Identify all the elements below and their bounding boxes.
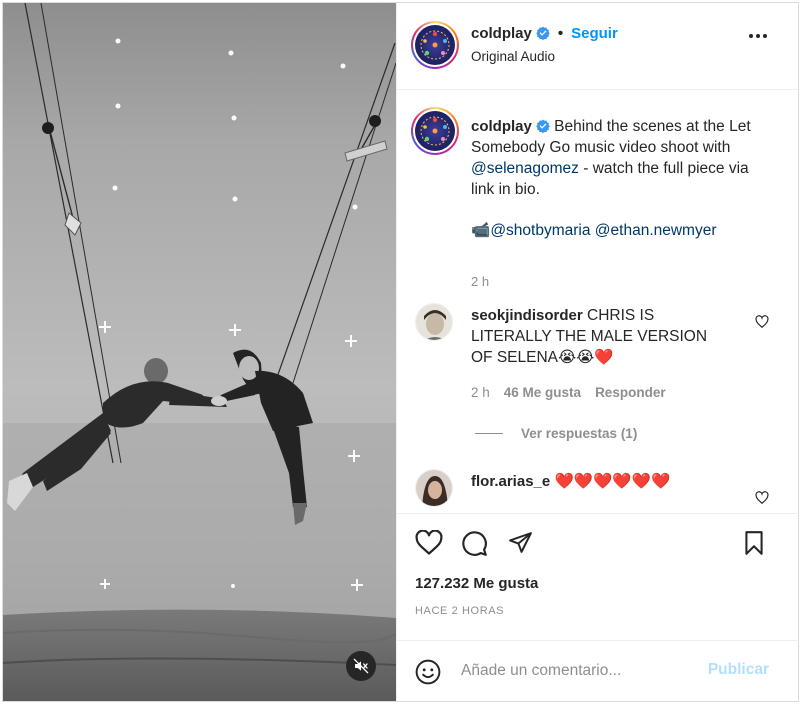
replies-divider bbox=[475, 433, 503, 434]
post-details-panel: coldplay • Seguir Original Audio coldpla… bbox=[396, 3, 798, 701]
more-options-icon[interactable] bbox=[748, 33, 768, 39]
post-header: coldplay • Seguir Original Audio bbox=[397, 3, 798, 90]
comment-meta: 2 h 46 Me gusta Responder bbox=[471, 385, 680, 400]
paper-plane-icon[interactable] bbox=[507, 530, 534, 555]
verified-badge-icon bbox=[536, 26, 550, 40]
mention-selenagomez[interactable]: @selenagomez bbox=[471, 160, 579, 177]
commenter-username[interactable]: seokjindisorder bbox=[471, 307, 583, 324]
author-username[interactable]: coldplay bbox=[471, 25, 532, 42]
mention-ethan-newmyer[interactable]: @ethan.newmyer bbox=[595, 222, 717, 239]
view-replies-label: Ver respuestas (1) bbox=[521, 426, 638, 441]
comments-list[interactable]: coldplay Behind the scenes at the Let So… bbox=[397, 91, 797, 511]
action-bar bbox=[397, 513, 797, 556]
author-avatar[interactable] bbox=[411, 21, 459, 69]
caption-timestamp[interactable]: 2 h bbox=[471, 274, 489, 289]
emoji-icon[interactable] bbox=[415, 659, 441, 685]
video-frame bbox=[3, 3, 396, 701]
coldplay-logo bbox=[420, 116, 450, 146]
caption-text: coldplay Behind the scenes at the Let So… bbox=[471, 116, 771, 241]
audio-label[interactable]: Original Audio bbox=[471, 49, 555, 64]
view-replies-button[interactable]: Ver respuestas (1) bbox=[475, 426, 637, 441]
bookmark-icon[interactable] bbox=[742, 530, 766, 556]
heart-icon[interactable] bbox=[755, 491, 769, 505]
video-camera-emoji: 📹 bbox=[471, 222, 491, 239]
comment-text: seokjindisorder CHRIS IS LITERALLY THE M… bbox=[471, 305, 731, 368]
mute-button[interactable] bbox=[346, 651, 376, 681]
comment-likes[interactable]: 46 Me gusta bbox=[504, 385, 581, 400]
likes-count[interactable]: 127.232 Me gusta bbox=[415, 575, 538, 592]
instagram-post-modal: coldplay • Seguir Original Audio coldpla… bbox=[2, 2, 799, 702]
reply-button[interactable]: Responder bbox=[595, 385, 666, 400]
publish-button[interactable]: Publicar bbox=[708, 661, 769, 679]
heart-icon[interactable] bbox=[755, 315, 769, 329]
caption-credits: 📹@shotbymaria @ethan.newmyer bbox=[471, 220, 771, 241]
coldplay-logo bbox=[420, 30, 450, 60]
comment-icon[interactable] bbox=[461, 530, 488, 557]
follow-button[interactable]: Seguir bbox=[571, 25, 618, 42]
separator-dot: • bbox=[557, 25, 564, 42]
comment-timestamp[interactable]: 2 h bbox=[471, 385, 490, 400]
comment-body: ❤️❤️❤️❤️❤️❤️ bbox=[554, 473, 671, 490]
mention-shotbymaria[interactable]: @shotbymaria bbox=[490, 222, 590, 239]
avatar-photo bbox=[416, 470, 452, 506]
commenter-avatar[interactable] bbox=[415, 469, 453, 507]
verified-badge-icon bbox=[536, 119, 550, 133]
heart-icon[interactable] bbox=[415, 530, 443, 556]
comment-input[interactable] bbox=[461, 659, 701, 683]
muted-speaker-icon bbox=[353, 658, 369, 674]
comment-text: flor.arias_e ❤️❤️❤️❤️❤️❤️ bbox=[471, 471, 731, 492]
commenter-username[interactable]: flor.arias_e bbox=[471, 473, 550, 490]
caption-avatar[interactable] bbox=[411, 107, 459, 155]
post-video[interactable] bbox=[3, 3, 396, 701]
commenter-avatar[interactable] bbox=[415, 303, 453, 341]
avatar-photo bbox=[416, 304, 452, 340]
add-comment-bar: Publicar bbox=[397, 640, 797, 701]
post-time[interactable]: HACE 2 HORAS bbox=[415, 605, 504, 617]
caption-username[interactable]: coldplay bbox=[471, 118, 532, 135]
